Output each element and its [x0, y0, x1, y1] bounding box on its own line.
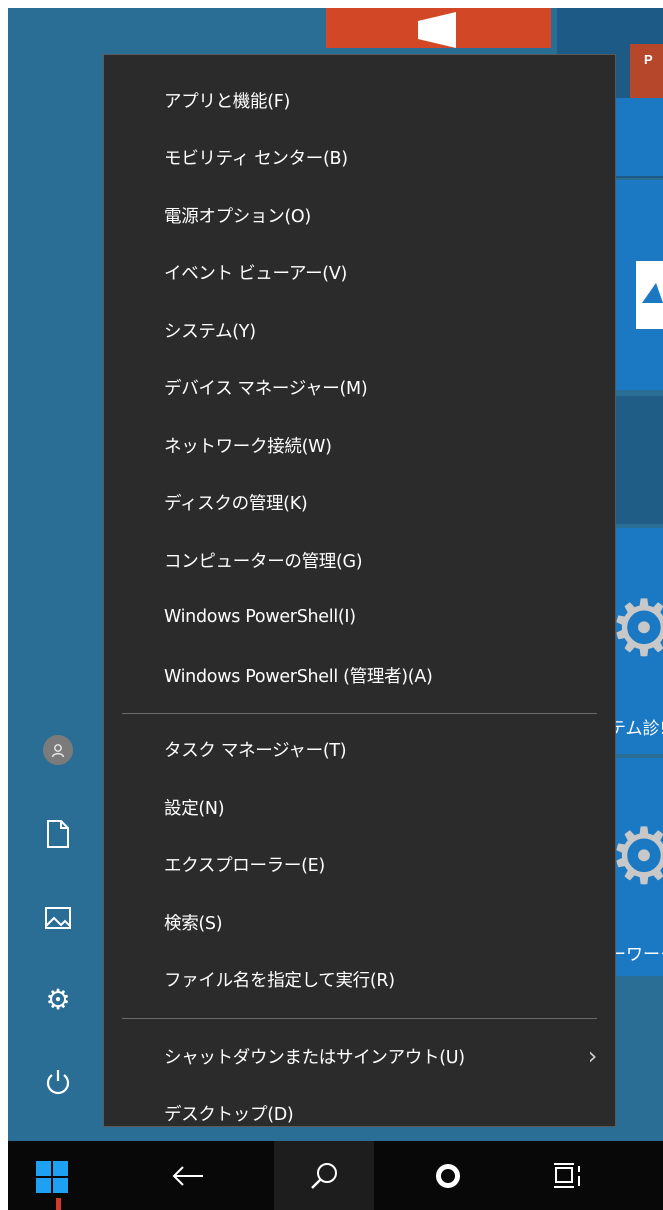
documents-button[interactable]: [32, 808, 84, 860]
menu-item-label: コンピューターの管理(G): [164, 551, 363, 572]
start-screen: P ⚙ テム診! ⚙ ーワーク ⚙: [8, 8, 663, 1210]
menu-item-run[interactable]: ファイル名を指定して実行(R): [104, 955, 615, 1003]
menu-item-disk-management[interactable]: ディスクの管理(K): [104, 478, 615, 526]
menu-item-label: システム(Y): [164, 321, 256, 342]
menu-item-desktop[interactable]: デスクトップ(D): [104, 1089, 615, 1137]
user-account-button[interactable]: [32, 724, 84, 776]
back-arrow-icon: [172, 1165, 203, 1186]
cortana-circle-icon: [436, 1163, 460, 1188]
menu-item-label: デバイス マネージャー(M): [164, 378, 368, 399]
search-icon: [311, 1162, 337, 1189]
menu-item-powershell[interactable]: Windows PowerShell(I): [104, 593, 615, 641]
task-view-button[interactable]: [528, 1141, 608, 1210]
settings-button[interactable]: ⚙: [32, 974, 84, 1026]
menu-item-label: ファイル名を指定して実行(R): [164, 970, 395, 991]
menu-item-label: Windows PowerShell(I): [164, 607, 356, 627]
menu-item-label: シャットダウンまたはサインアウト(U): [164, 1047, 465, 1068]
picture-icon: [45, 907, 71, 929]
menu-item-label: エクスプローラー(E): [164, 855, 325, 876]
menu-separator: [122, 713, 597, 714]
menu-item-label: タスク マネージャー(T): [164, 740, 347, 761]
cortana-button[interactable]: [408, 1141, 488, 1210]
menu-item-search[interactable]: 検索(S): [104, 898, 615, 946]
power-icon: [46, 1070, 70, 1095]
menu-item-powershell-admin[interactable]: Windows PowerShell (管理者)(A): [104, 651, 615, 699]
powerpoint-label: P: [644, 52, 653, 67]
menu-item-label: ネットワーク接続(W): [164, 436, 332, 457]
menu-item-settings[interactable]: 設定(N): [104, 783, 615, 831]
menu-item-label: イベント ビューアー(V): [164, 263, 348, 284]
power-button[interactable]: [32, 1056, 84, 1108]
gear-icon: ⚙: [609, 584, 663, 674]
menu-item-event-viewer[interactable]: イベント ビューアー(V): [104, 248, 615, 296]
menu-item-label: 設定(N): [164, 798, 225, 819]
menu-item-device-manager[interactable]: デバイス マネージャー(M): [104, 363, 615, 411]
menu-item-power-options[interactable]: 電源オプション(O): [104, 191, 615, 239]
menu-item-label: デスクトップ(D): [164, 1104, 294, 1125]
document-icon: [47, 820, 69, 848]
windows-logo-icon[interactable]: [36, 1161, 68, 1193]
photos-icon: [636, 261, 663, 329]
office-tile[interactable]: [326, 8, 551, 48]
menu-item-label: 検索(S): [164, 913, 223, 934]
menu-item-label: 電源オプション(O): [164, 206, 311, 227]
menu-item-label: ディスクの管理(K): [164, 493, 308, 514]
search-button[interactable]: [284, 1141, 364, 1210]
office-icon: [418, 12, 456, 48]
menu-item-network-connections[interactable]: ネットワーク接続(W): [104, 421, 615, 469]
menu-item-shutdown-signout[interactable]: シャットダウンまたはサインアウト(U) ›: [104, 1032, 615, 1080]
powerpoint-tile[interactable]: P: [630, 44, 663, 100]
person-icon: [43, 735, 73, 765]
menu-separator: [122, 1018, 597, 1019]
menu-item-explorer[interactable]: エクスプローラー(E): [104, 840, 615, 888]
back-button[interactable]: [148, 1141, 228, 1210]
pictures-button[interactable]: [32, 892, 84, 944]
menu-item-label: モビリティ センター(B): [164, 148, 348, 169]
task-view-icon: [554, 1162, 580, 1188]
gear-icon: ⚙: [45, 983, 71, 1016]
menu-item-mobility-center[interactable]: モビリティ センター(B): [104, 133, 615, 181]
menu-item-system[interactable]: システム(Y): [104, 306, 615, 354]
menu-item-computer-management[interactable]: コンピューターの管理(G): [104, 536, 615, 584]
gear-icon: ⚙: [609, 812, 663, 902]
taskbar: [8, 1141, 663, 1210]
start-active-indicator: [56, 1198, 61, 1210]
menu-item-label: Windows PowerShell (管理者)(A): [164, 666, 433, 687]
chevron-right-icon: ›: [587, 1042, 598, 1070]
menu-item-label: アプリと機能(F): [164, 91, 291, 112]
menu-item-apps-and-features[interactable]: アプリと機能(F): [104, 76, 615, 124]
power-user-menu: アプリと機能(F) モビリティ センター(B) 電源オプション(O) イベント …: [103, 54, 616, 1127]
menu-item-task-manager[interactable]: タスク マネージャー(T): [104, 725, 615, 773]
tile-label: ーワーク: [609, 945, 663, 965]
tile-label: テム診!: [609, 719, 663, 739]
